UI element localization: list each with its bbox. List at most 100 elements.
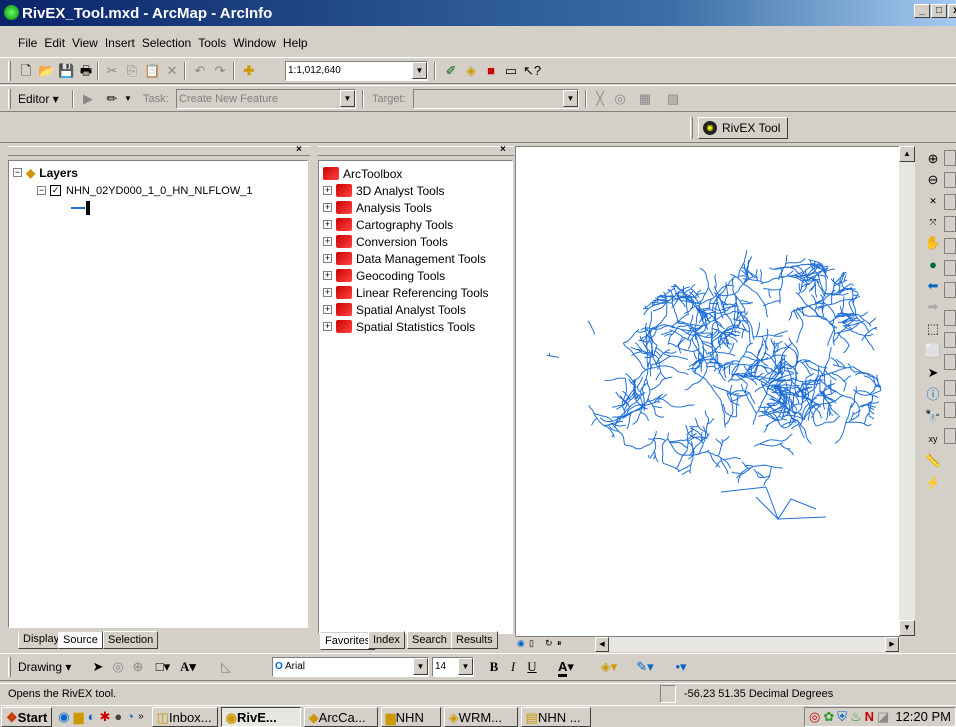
arctoolbox-titlebar[interactable] [318,146,514,156]
task-combo[interactable]: Create New Feature ▼ [176,89,356,109]
chevron-down-icon[interactable]: ▼ [563,90,578,107]
menu-edit[interactable]: Edit [44,36,65,50]
toolbox-item[interactable]: + Data Management Tools [323,250,486,267]
new-icon[interactable]: 🗋 [18,63,34,79]
dock-tool[interactable] [944,150,956,166]
chevron-down-icon[interactable]: ▼ [340,90,355,107]
underline-button[interactable]: U [524,659,540,675]
minimize-button[interactable]: _ [914,4,930,18]
pause-icon[interactable]: ⏸ [557,638,562,649]
menu-selection[interactable]: Selection [142,36,191,50]
map-vertical-scrollbar[interactable]: ▲ ▼ [899,146,915,636]
tray-icon[interactable]: ◎ [809,709,820,725]
app-icon[interactable]: ● [114,709,122,724]
marker-color-icon[interactable]: •▾ [668,659,694,675]
expand-icon[interactable]: + [323,288,332,297]
arccatalog-icon[interactable]: ◈ [463,63,479,79]
expand-icon[interactable]: + [323,220,332,229]
dock-tool[interactable] [944,216,956,232]
identify-icon[interactable]: ⓘ [924,386,942,404]
toolbox-item[interactable]: +3D Analyst Tools [323,182,445,199]
toolbox-item[interactable]: + Linear Referencing Tools [323,284,489,301]
app-icon[interactable]: ◔ [126,709,134,724]
layout-view-icon[interactable]: ▯ [529,638,534,649]
map-view[interactable] [515,146,915,636]
fixed-zoom-out-icon[interactable]: ⤧ [924,213,942,231]
layers-node[interactable]: − ◆ Layers [13,164,78,181]
taskbar-button[interactable]: ◉RivE... [220,706,301,727]
tray-icon[interactable]: N [865,709,874,724]
scroll-down-button[interactable]: ▼ [899,620,915,636]
italic-button[interactable]: I [505,659,521,675]
rivex-toolbar-grip[interactable] [690,117,693,139]
dock-tool[interactable] [944,332,956,348]
taskbar-button[interactable]: ▤NHN ... [520,706,591,727]
edit-tool-icon[interactable]: ▶ [80,91,96,107]
pan-icon[interactable]: ✋ [924,234,942,252]
arctoolbox-root[interactable]: ArcToolbox [323,165,402,182]
scroll-left-button[interactable]: ◀ [595,637,609,652]
measure-icon[interactable]: 📏 [924,452,942,470]
font-combo[interactable]: O Arial ▼ [272,657,429,677]
toolbox-item[interactable]: + Geocoding Tools [323,267,445,284]
copy-icon[interactable]: ⎘ [124,63,140,79]
zoom-whole-page-icon[interactable]: ⊕ [130,659,146,675]
zoom-in-icon[interactable]: ⊕ [924,150,942,168]
bold-button[interactable]: B [486,659,502,675]
toc-close-icon[interactable]: × [296,144,302,155]
scroll-right-button[interactable]: ▶ [885,637,899,652]
tray-icon[interactable]: ✿ [823,709,834,725]
new-text-icon[interactable]: A▾ [180,659,196,675]
rectangle-icon[interactable]: □▾ [155,659,171,675]
forward-extent-icon[interactable]: ➡ [924,298,942,316]
editor-menu-button[interactable]: Editor ▾ [18,92,59,106]
dock-tool[interactable] [944,402,956,418]
line-color-icon[interactable]: ✎▾ [632,659,658,675]
dock-tool[interactable] [944,282,956,298]
collapse-icon[interactable]: − [37,186,46,195]
toolbox-item[interactable]: + Cartography Tools [323,216,453,233]
print-icon[interactable]: 🖶 [78,63,94,79]
toc-titlebar[interactable] [8,146,310,156]
expand-icon[interactable]: + [323,305,332,314]
expand-icon[interactable]: + [323,322,332,331]
sketch-tool-icon[interactable]: ✏ [104,91,120,107]
tray-icon[interactable]: ⛨ [837,709,847,725]
edit-vertices-icon[interactable]: ◺ [218,659,234,675]
map-horizontal-scrollbar[interactable]: ◀ ▶ [595,637,900,652]
ie-icon[interactable]: ◉ [58,709,69,725]
tab-search[interactable]: Search [407,631,452,649]
map-scale-combo[interactable]: 1:1,012,640 ▼ [285,61,428,81]
expand-icon[interactable]: + [323,254,332,263]
command-line-icon[interactable]: ▭ [503,63,519,79]
chevron-down-icon[interactable]: ▼ [458,658,473,675]
data-view-icon[interactable]: ◉ [517,638,525,649]
expand-icon[interactable]: + [323,271,332,280]
fill-color-icon[interactable]: ◈▾ [596,659,622,675]
menu-window[interactable]: Window [233,36,276,50]
tab-source[interactable]: Source [58,631,103,649]
dock-tool[interactable] [944,172,956,188]
expand-icon[interactable]: + [323,237,332,246]
tab-index[interactable]: Index [368,631,405,649]
select-features-icon[interactable]: ⬚ [924,320,942,338]
add-data-icon[interactable]: ✚ [241,63,257,79]
paste-icon[interactable]: 📋 [144,63,160,79]
font-size-combo[interactable]: 14 ▼ [432,657,474,677]
close-button[interactable]: x [948,4,956,18]
select-elements-icon[interactable]: ➤ [90,659,106,675]
dock-tool[interactable] [944,354,956,370]
editor-toolbar-icon[interactable]: ✐ [443,63,459,79]
folder-icon[interactable]: ▆ [74,709,84,725]
menu-file[interactable]: File [18,36,37,50]
arctoolbox-icon[interactable]: ■ [483,63,499,79]
undo-icon[interactable]: ↶ [192,63,208,79]
hyperlink-icon[interactable]: ⚡ [924,474,942,492]
dock-tool[interactable] [944,238,956,254]
taskbar-button[interactable]: ◈WRM... [443,706,518,727]
toolbox-item[interactable]: + Conversion Tools [323,233,448,250]
whats-this-icon[interactable]: ↖? [523,63,541,79]
find-icon[interactable]: 🔭 [924,408,942,426]
layer-node[interactable]: − ✓ NHN_02YD000_1_0_HN_NLFLOW_1 [37,182,252,199]
dock-tool[interactable] [944,260,956,276]
